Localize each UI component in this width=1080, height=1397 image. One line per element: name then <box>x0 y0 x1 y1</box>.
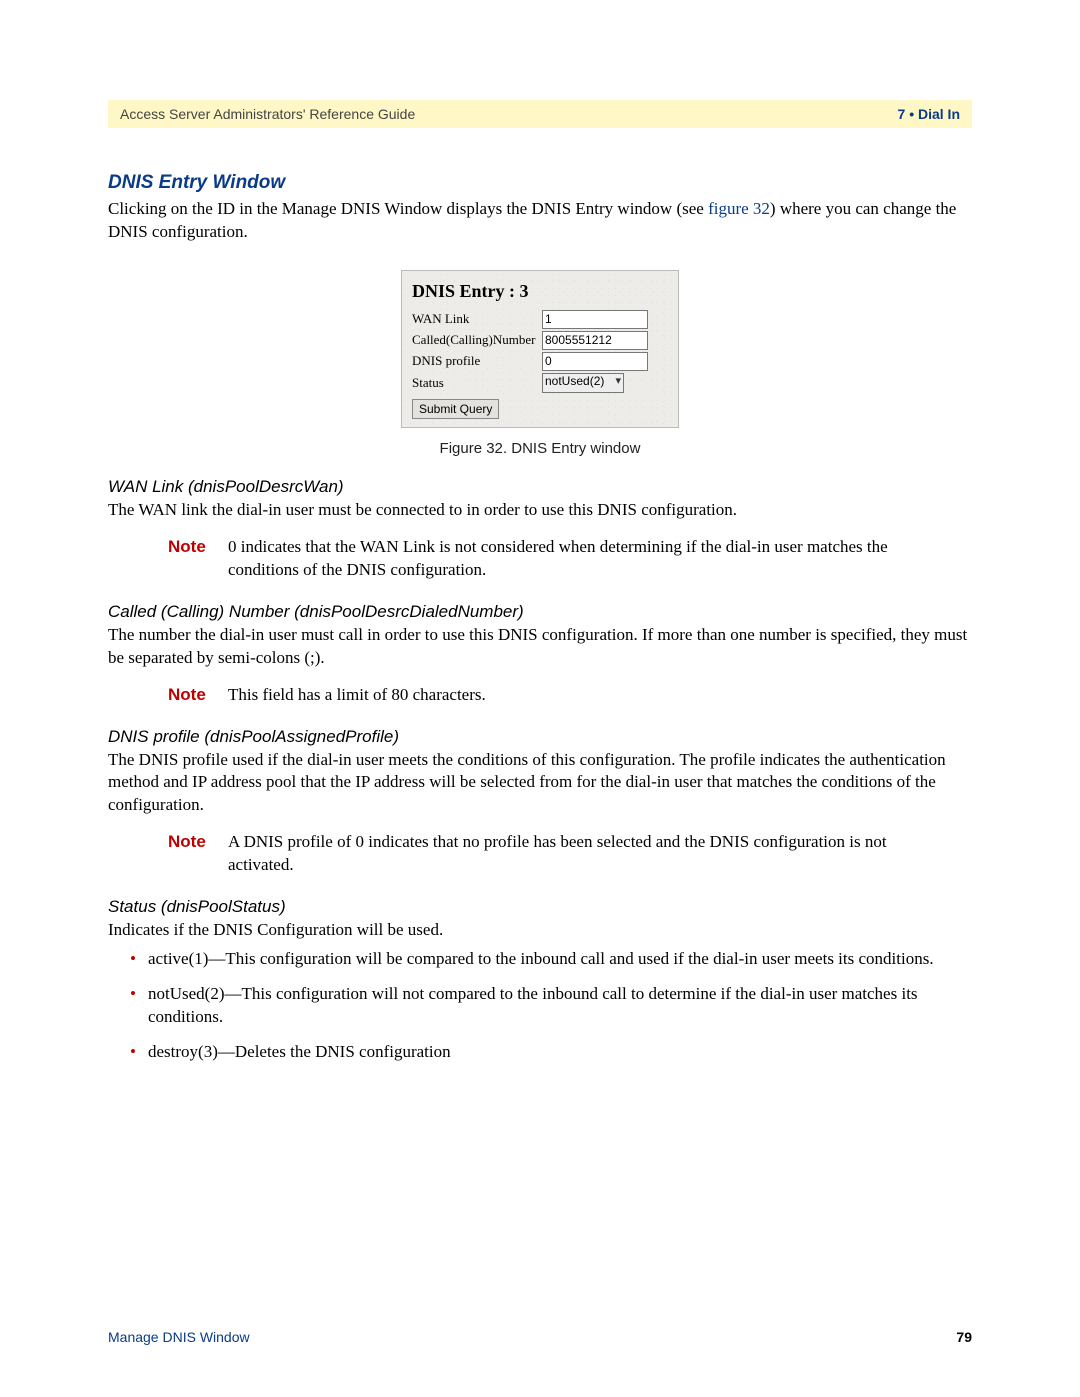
header-right: 7 • Dial In <box>898 106 960 122</box>
figure-32: DNIS Entry : 3 WAN Link 1 Called(Calling… <box>108 270 972 457</box>
page-number: 79 <box>956 1329 972 1345</box>
status-select[interactable]: notUsed(2) <box>542 373 624 393</box>
note-label: Note <box>168 684 228 707</box>
note-label: Note <box>168 831 228 877</box>
called-number-heading: Called (Calling) Number (dnisPoolDesrcDi… <box>108 602 972 622</box>
note-body: A DNIS profile of 0 indicates that no pr… <box>228 831 972 877</box>
called-number-label: Called(Calling)Number <box>412 332 542 348</box>
dnis-profile-label: DNIS profile <box>412 353 542 369</box>
dnis-profile-body: The DNIS profile used if the dial-in use… <box>108 749 972 818</box>
list-item: notUsed(2)—This configuration will not c… <box>130 983 972 1029</box>
submit-query-button[interactable]: Submit Query <box>412 399 499 419</box>
status-label: Status <box>412 375 542 391</box>
dnis-profile-heading: DNIS profile (dnisPoolAssignedProfile) <box>108 727 972 747</box>
note-label: Note <box>168 536 228 582</box>
header-left: Access Server Administrators' Reference … <box>120 106 415 122</box>
note-body: 0 indicates that the WAN Link is not con… <box>228 536 972 582</box>
page-footer: Manage DNIS Window 79 <box>108 1329 972 1345</box>
intro-paragraph: Clicking on the ID in the Manage DNIS Wi… <box>108 198 972 244</box>
dnis-entry-title: DNIS Entry : 3 <box>412 281 668 302</box>
dnis-profile-input[interactable]: 0 <box>542 352 648 371</box>
wan-link-heading: WAN Link (dnisPoolDesrcWan) <box>108 477 972 497</box>
note-body: This field has a limit of 80 characters. <box>228 684 972 707</box>
wan-link-label: WAN Link <box>412 311 542 327</box>
footer-left: Manage DNIS Window <box>108 1329 250 1345</box>
list-item: destroy(3)—Deletes the DNIS configuratio… <box>130 1041 972 1064</box>
wan-link-note: Note 0 indicates that the WAN Link is no… <box>168 536 972 582</box>
status-heading: Status (dnisPoolStatus) <box>108 897 972 917</box>
called-number-note: Note This field has a limit of 80 charac… <box>168 684 972 707</box>
called-number-body: The number the dial-in user must call in… <box>108 624 972 670</box>
dnis-profile-note: Note A DNIS profile of 0 indicates that … <box>168 831 972 877</box>
wan-link-body: The WAN link the dial-in user must be co… <box>108 499 972 522</box>
wan-link-input[interactable]: 1 <box>542 310 648 329</box>
figure-caption: Figure 32. DNIS Entry window <box>108 440 972 457</box>
section-title: DNIS Entry Window <box>108 172 972 194</box>
called-number-input[interactable]: 8005551212 <box>542 331 648 350</box>
figure-link[interactable]: figure 32 <box>708 199 770 218</box>
status-list: active(1)—This configuration will be com… <box>108 948 972 1064</box>
dnis-entry-window: DNIS Entry : 3 WAN Link 1 Called(Calling… <box>401 270 679 428</box>
status-body: Indicates if the DNIS Configuration will… <box>108 919 972 942</box>
list-item: active(1)—This configuration will be com… <box>130 948 972 971</box>
page-header: Access Server Administrators' Reference … <box>108 100 972 128</box>
intro-text-pre: Clicking on the ID in the Manage DNIS Wi… <box>108 199 708 218</box>
